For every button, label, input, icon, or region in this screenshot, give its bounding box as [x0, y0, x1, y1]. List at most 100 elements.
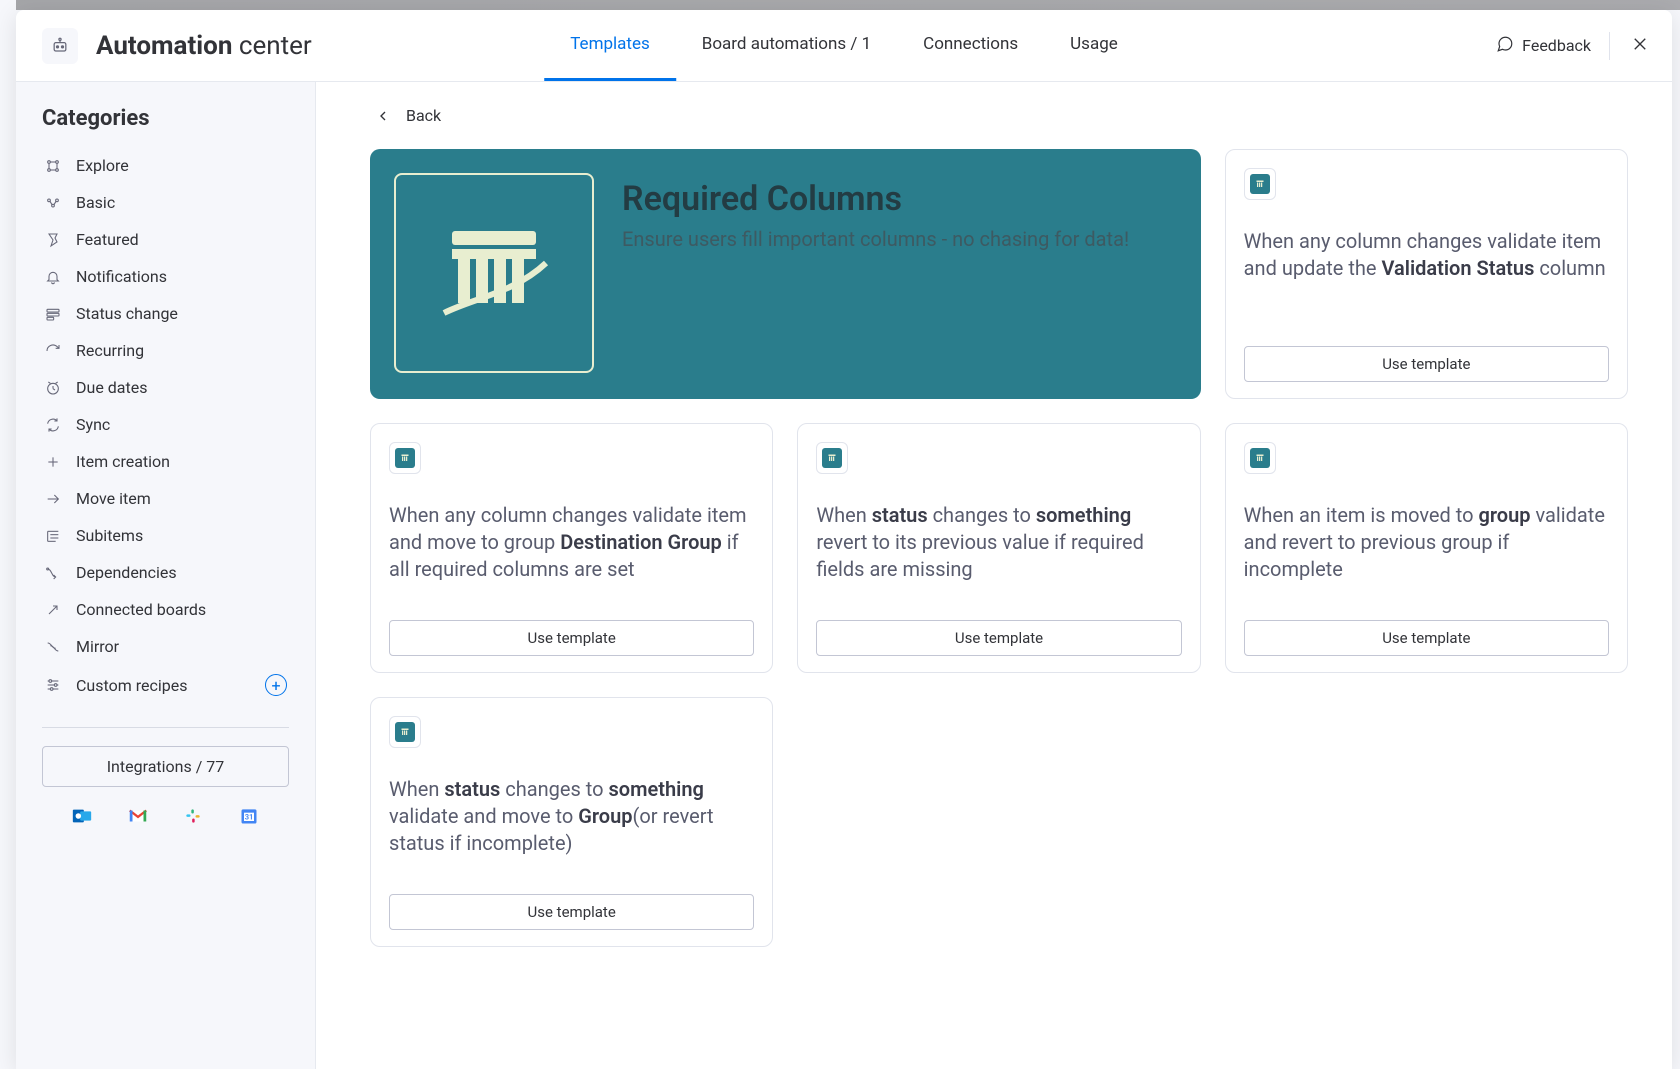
close-icon: [1631, 35, 1649, 57]
use-template-button[interactable]: Use template: [389, 894, 754, 930]
main-content: Back: [316, 82, 1672, 1069]
integrations-button[interactable]: Integrations / 77: [42, 746, 289, 787]
category-label: Connected boards: [76, 600, 206, 619]
hero-subtitle: Ensure users fill important columns - no…: [622, 225, 1129, 253]
connected-icon: [44, 601, 62, 619]
basic-icon: [44, 194, 62, 212]
clock-icon: [44, 379, 62, 397]
automation-center-modal: Automation center TemplatesBoard automat…: [16, 10, 1672, 1069]
category-mirror[interactable]: Mirror: [36, 628, 295, 665]
feedback-label: Feedback: [1522, 36, 1591, 55]
category-label: Notifications: [76, 267, 167, 286]
category-sync[interactable]: Sync: [36, 406, 295, 443]
template-description: When any column changes validate item an…: [389, 502, 754, 602]
svg-text:31: 31: [245, 812, 254, 821]
category-label: Recurring: [76, 341, 144, 360]
categories-title: Categories: [42, 106, 295, 131]
use-template-button[interactable]: Use template: [816, 620, 1181, 656]
use-template-button[interactable]: Use template: [1244, 346, 1609, 382]
category-status-change[interactable]: Status change: [36, 295, 295, 332]
template-description: When an item is moved to group validate …: [1244, 502, 1609, 602]
category-label: Featured: [76, 230, 139, 249]
category-label: Subitems: [76, 526, 143, 545]
category-label: Dependencies: [76, 563, 177, 582]
recurring-icon: [44, 342, 62, 360]
add-recipe-icon[interactable]: +: [265, 674, 287, 696]
subitems-icon: [44, 527, 62, 545]
slack-icon[interactable]: [182, 805, 204, 827]
hero-thumbnail: [394, 173, 594, 373]
category-label: Mirror: [76, 637, 119, 656]
mirror-icon: [44, 638, 62, 656]
template-description: When status changes to something revert …: [816, 502, 1181, 602]
template-card[interactable]: When status changes to something revert …: [797, 423, 1200, 673]
bell-icon: [44, 268, 62, 286]
category-recurring[interactable]: Recurring: [36, 332, 295, 369]
divider: [1609, 32, 1610, 60]
explore-icon: [44, 157, 62, 175]
outlook-icon[interactable]: [71, 805, 93, 827]
chat-icon: [1496, 35, 1514, 57]
app-icon: [389, 716, 421, 748]
template-card[interactable]: When any column changes validate item an…: [370, 423, 773, 673]
obscured-left-rail: [0, 0, 16, 1069]
template-description: When status changes to something validat…: [389, 776, 754, 876]
category-move-item[interactable]: Move item: [36, 480, 295, 517]
divider: [42, 727, 289, 728]
category-label: Explore: [76, 156, 129, 175]
category-item-creation[interactable]: Item creation: [36, 443, 295, 480]
category-label: Move item: [76, 489, 151, 508]
tab-templates[interactable]: Templates: [544, 10, 676, 81]
category-label: Status change: [76, 304, 178, 323]
category-notifications[interactable]: Notifications: [36, 258, 295, 295]
hero-title: Required Columns: [622, 179, 1129, 219]
gmail-icon[interactable]: [127, 805, 149, 827]
back-label: Back: [406, 106, 441, 125]
header-tabs: TemplatesBoard automations / 1Connection…: [544, 10, 1144, 81]
category-label: Custom recipes: [76, 676, 187, 695]
hero-banner: Required Columns Ensure users fill impor…: [370, 149, 1201, 399]
app-icon: [1244, 442, 1276, 474]
category-custom-recipes[interactable]: Custom recipes +: [36, 665, 295, 705]
category-label: Sync: [76, 415, 110, 434]
modal-body: Categories Explore Basic Featured Notificat…: [16, 82, 1672, 1069]
template-card[interactable]: When status changes to something validat…: [370, 697, 773, 947]
app-icon: [816, 442, 848, 474]
robot-icon: [42, 28, 78, 64]
obscured-background: [0, 0, 1680, 10]
category-label: Basic: [76, 193, 115, 212]
category-dependencies[interactable]: Dependencies: [36, 554, 295, 591]
chevron-left-icon: [374, 107, 392, 125]
close-button[interactable]: [1628, 34, 1652, 58]
feedback-button[interactable]: Feedback: [1496, 35, 1591, 57]
back-button[interactable]: Back: [374, 106, 1628, 125]
category-label: Item creation: [76, 452, 170, 471]
arrow-icon: [44, 490, 62, 508]
google-calendar-icon[interactable]: 31: [238, 805, 260, 827]
tab-board-automations-1[interactable]: Board automations / 1: [676, 10, 897, 81]
tab-usage[interactable]: Usage: [1044, 10, 1144, 81]
template-card[interactable]: When an item is moved to group validate …: [1225, 423, 1628, 673]
category-featured[interactable]: Featured: [36, 221, 295, 258]
custom-icon: [44, 676, 62, 694]
plus-icon: [44, 453, 62, 471]
category-connected-boards[interactable]: Connected boards: [36, 591, 295, 628]
use-template-button[interactable]: Use template: [1244, 620, 1609, 656]
sync-icon: [44, 416, 62, 434]
modal-header: Automation center TemplatesBoard automat…: [16, 10, 1672, 82]
category-due-dates[interactable]: Due dates: [36, 369, 295, 406]
tab-connections[interactable]: Connections: [897, 10, 1044, 81]
modal-title: Automation center: [96, 31, 312, 61]
category-subitems[interactable]: Subitems: [36, 517, 295, 554]
template-description: When any column changes validate item an…: [1244, 228, 1609, 328]
categories-sidebar: Categories Explore Basic Featured Notificat…: [16, 82, 316, 1069]
template-card[interactable]: When any column changes validate item an…: [1225, 149, 1628, 399]
status-icon: [44, 305, 62, 323]
integration-icons-row: 31: [36, 805, 295, 827]
use-template-button[interactable]: Use template: [389, 620, 754, 656]
categories-list: Explore Basic Featured Notifications Status …: [36, 147, 295, 705]
deps-icon: [44, 564, 62, 582]
category-explore[interactable]: Explore: [36, 147, 295, 184]
category-basic[interactable]: Basic: [36, 184, 295, 221]
category-label: Due dates: [76, 378, 147, 397]
